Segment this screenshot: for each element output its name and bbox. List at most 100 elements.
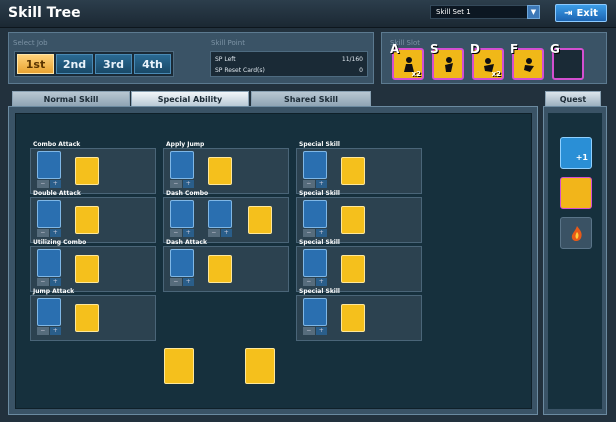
tab-special-ability[interactable]: Special Ability — [131, 91, 249, 107]
skill-slot-g[interactable]: G — [550, 42, 584, 80]
skill-icon-dash-attack-base[interactable] — [170, 249, 194, 277]
job-button-3rd[interactable]: 3rd — [95, 54, 132, 74]
skill-icon-jump-attack[interactable] — [75, 304, 99, 332]
skill-icon-apply-jump[interactable] — [208, 157, 232, 185]
skill-point-label: Skill Point — [211, 39, 245, 47]
minus-button[interactable]: − — [170, 229, 182, 237]
minus-button[interactable]: − — [303, 278, 315, 286]
plus-button[interactable]: + — [315, 327, 327, 335]
skill-icon-special-4[interactable] — [341, 304, 365, 332]
skill-icon-special-4-base[interactable] — [303, 298, 327, 326]
skill-icon-special-2[interactable] — [341, 206, 365, 234]
plus-button[interactable]: + — [315, 180, 327, 188]
skill-icon-special-1-base[interactable] — [303, 151, 327, 179]
plus-button[interactable]: + — [182, 229, 194, 237]
plus-button[interactable]: + — [182, 278, 194, 286]
group-dash-attack: Dash Attack − + — [163, 239, 289, 292]
skill-icon-bonus-2[interactable] — [245, 348, 275, 384]
group-label: Utilizing Combo — [33, 239, 87, 246]
sp-reset-row: SP Reset Card(s) 0 — [215, 67, 363, 74]
skill-slot-s[interactable]: S — [430, 42, 464, 80]
group-label: Double Attack — [33, 190, 81, 197]
slot-key-g: G — [550, 42, 560, 56]
skill-icon-dash-attack[interactable] — [208, 255, 232, 283]
group-label: Dash Combo — [166, 190, 209, 197]
skill-tree-area: Combo Attack − + Apply Jump − + Special Sk… — [15, 113, 532, 409]
tab-normal-skill[interactable]: Normal Skill — [12, 91, 130, 107]
minus-button[interactable]: − — [37, 278, 49, 286]
group-label: Special Skill — [299, 239, 340, 246]
job-button-4th[interactable]: 4th — [134, 54, 171, 74]
skill-icon-dash-combo[interactable] — [248, 206, 272, 234]
group-label: Special Skill — [299, 288, 340, 295]
skill-slot-f[interactable]: F — [510, 42, 544, 80]
skill-icon-double-attack[interactable] — [75, 206, 99, 234]
slot-badge-d: x2 — [491, 70, 501, 78]
tab-quest[interactable]: Quest — [545, 91, 601, 107]
slot-key-f: F — [510, 42, 519, 56]
skill-set-dropdown[interactable]: Skill Set 1 ▼ — [430, 5, 540, 19]
skill-slot-d[interactable]: D x2 — [470, 42, 504, 80]
quest-item-skill[interactable] — [560, 177, 592, 209]
sp-reset-value: 0 — [359, 67, 363, 74]
skill-icon-double-base[interactable] — [37, 200, 61, 228]
minus-button[interactable]: − — [208, 229, 220, 237]
skill-point-box: SP Left 11/160 SP Reset Card(s) 0 — [210, 51, 368, 77]
skill-icon-utilizing-combo[interactable] — [75, 255, 99, 283]
minus-button[interactable]: − — [303, 327, 315, 335]
minus-button[interactable]: − — [37, 229, 49, 237]
slot-key-d: D — [470, 42, 480, 56]
skill-icon-combo-attack[interactable] — [75, 157, 99, 185]
quest-item-sp[interactable]: +1 — [560, 137, 592, 169]
minus-button[interactable]: − — [170, 278, 182, 286]
skill-icon-special-2-base[interactable] — [303, 200, 327, 228]
skill-icon-utilizing-base[interactable] — [37, 249, 61, 277]
minus-button[interactable]: − — [37, 327, 49, 335]
skill-icon-dash-combo-2[interactable] — [208, 200, 232, 228]
job-button-1st[interactable]: 1st — [17, 54, 54, 74]
plus-button[interactable]: + — [220, 229, 232, 237]
job-button-2nd[interactable]: 2nd — [56, 54, 93, 74]
exit-button[interactable]: ⇥ Exit — [555, 4, 607, 22]
skill-set-value: Skill Set 1 — [436, 8, 471, 16]
skill-slot-a[interactable]: A x2 — [390, 42, 424, 80]
slot-key-a: A — [390, 42, 400, 56]
skill-s-icon — [445, 57, 453, 72]
plus-button[interactable]: + — [315, 278, 327, 286]
skill-icon-combo-base[interactable] — [37, 151, 61, 179]
quest-plus-value: +1 — [575, 153, 588, 162]
minus-button[interactable]: − — [170, 180, 182, 188]
skill-icon-special-3-base[interactable] — [303, 249, 327, 277]
job-selector: 1st 2nd 3rd 4th — [14, 51, 174, 77]
tab-shared-skill[interactable]: Shared Skill — [251, 91, 371, 107]
skill-level-controls: − + — [37, 229, 61, 237]
plus-button[interactable]: + — [182, 180, 194, 188]
minus-button[interactable]: − — [303, 180, 315, 188]
group-special-skill-1: Special Skill − + — [296, 141, 422, 194]
skill-icon-dash-combo-base[interactable] — [170, 200, 194, 228]
skill-level-controls: − + — [303, 180, 327, 188]
quest-panel: +1 — [543, 106, 607, 415]
skill-icon-special-1[interactable] — [341, 157, 365, 185]
quest-item-fire[interactable] — [560, 217, 592, 249]
slot-key-s: S — [430, 42, 439, 56]
skill-icon-special-3[interactable] — [341, 255, 365, 283]
sp-left-label: SP Left — [215, 56, 236, 63]
plus-button[interactable]: + — [49, 180, 61, 188]
chevron-down-icon[interactable]: ▼ — [527, 5, 540, 19]
skill-icon-bonus-1[interactable] — [164, 348, 194, 384]
window-title: Skill Tree — [8, 5, 81, 21]
plus-button[interactable]: + — [49, 327, 61, 335]
plus-button[interactable]: + — [315, 229, 327, 237]
skill-level-controls: − + — [37, 278, 61, 286]
group-label: Dash Attack — [166, 239, 207, 246]
minus-button[interactable]: − — [303, 229, 315, 237]
slot-badge-a: x2 — [411, 70, 421, 78]
minus-button[interactable]: − — [37, 180, 49, 188]
skill-level-controls: − + — [37, 180, 61, 188]
plus-button[interactable]: + — [49, 278, 61, 286]
plus-button[interactable]: + — [49, 229, 61, 237]
skill-icon-jump-attack-base[interactable] — [37, 298, 61, 326]
skill-icon-apply-jump-base[interactable] — [170, 151, 194, 179]
skill-level-controls: − + — [37, 327, 61, 335]
